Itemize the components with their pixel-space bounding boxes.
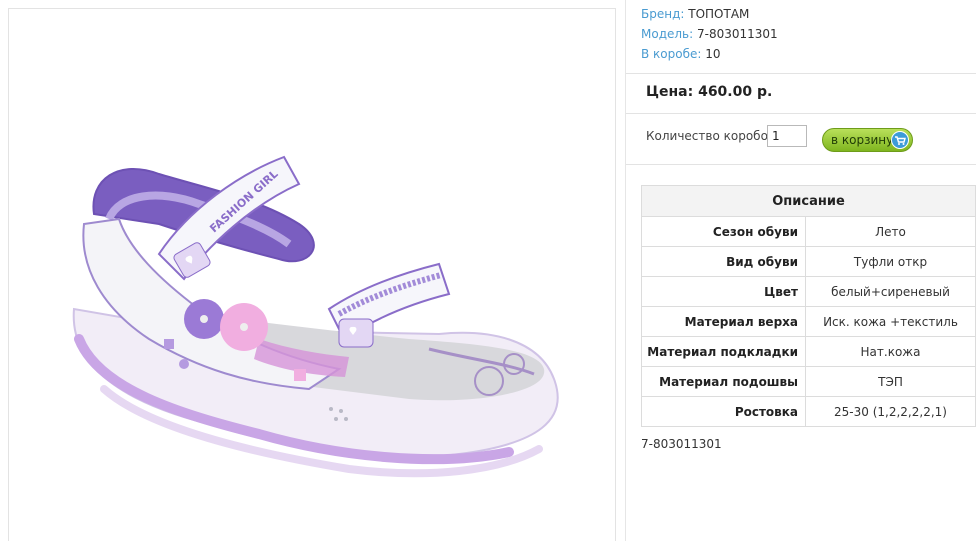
meta-divider bbox=[626, 73, 976, 74]
description-table: Описание Сезон обуви Лето Вид обуви Туфл… bbox=[641, 185, 976, 427]
cart-divider bbox=[626, 164, 976, 165]
spec-value: 25-30 (1,2,2,2,2,1) bbox=[805, 396, 976, 427]
product-page: FASHION GIRL Бренд: ТОПОТАМ Модель: 7-80… bbox=[0, 0, 976, 541]
description-title: Описание bbox=[641, 185, 976, 217]
spec-key: Ростовка bbox=[641, 396, 806, 427]
spec-value: Иск. кожа +текстиль bbox=[805, 306, 976, 337]
brand-label[interactable]: Бренд: bbox=[641, 7, 684, 21]
add-to-cart-label: в корзину bbox=[831, 133, 894, 147]
spec-value: Лето bbox=[805, 216, 976, 247]
cart-icon bbox=[891, 131, 909, 149]
spec-key: Цвет bbox=[641, 276, 806, 307]
box-value: 10 bbox=[705, 47, 721, 61]
table-row: Вид обуви Туфли откр bbox=[641, 246, 976, 277]
brand-row: Бренд: ТОПОТАМ bbox=[641, 4, 778, 24]
quantity-input[interactable] bbox=[767, 125, 807, 147]
product-image-panel: FASHION GIRL bbox=[8, 8, 616, 541]
model-value: 7-803011301 bbox=[697, 27, 778, 41]
spec-key: Вид обуви bbox=[641, 246, 806, 277]
box-label: В коробе: bbox=[641, 47, 702, 61]
spec-value: белый+сиреневый bbox=[805, 276, 976, 307]
price-divider bbox=[626, 113, 976, 114]
model-label: Модель: bbox=[641, 27, 694, 41]
spec-key: Сезон обуви bbox=[641, 216, 806, 247]
spec-value: Нат.кожа bbox=[805, 336, 976, 367]
table-row: Материал подошвы ТЭП bbox=[641, 366, 976, 397]
product-meta: Бренд: ТОПОТАМ Модель: 7-803011301 В кор… bbox=[641, 4, 778, 64]
sandal-image: FASHION GIRL bbox=[72, 155, 559, 478]
price: Цена: 460.00 р. bbox=[646, 84, 773, 100]
spec-key: Материал подкладки bbox=[641, 336, 806, 367]
model-row: Модель: 7-803011301 bbox=[641, 24, 778, 44]
sku-footer: 7-803011301 bbox=[641, 437, 722, 451]
column-divider bbox=[625, 0, 626, 541]
brand-value: ТОПОТАМ bbox=[688, 7, 750, 21]
table-row: Материал подкладки Нат.кожа bbox=[641, 336, 976, 367]
spec-key: Материал подошвы bbox=[641, 366, 806, 397]
spec-value: ТЭП bbox=[805, 366, 976, 397]
box-row: В коробе: 10 bbox=[641, 44, 778, 64]
table-row: Материал верха Иск. кожа +текстиль bbox=[641, 306, 976, 337]
table-row: Сезон обуви Лето bbox=[641, 216, 976, 247]
table-row: Цвет белый+сиреневый bbox=[641, 276, 976, 307]
spec-value: Туфли откр bbox=[805, 246, 976, 277]
spec-key: Материал верха bbox=[641, 306, 806, 337]
quantity-label: Количество коробов: bbox=[646, 129, 780, 143]
add-to-cart-button[interactable]: в корзину bbox=[822, 128, 913, 152]
table-row: Ростовка 25-30 (1,2,2,2,2,1) bbox=[641, 396, 976, 427]
